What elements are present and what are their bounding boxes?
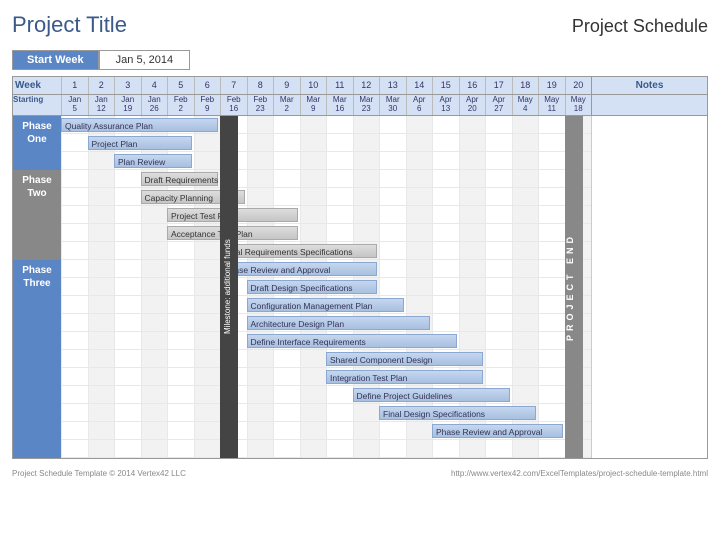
notes-column[interactable] xyxy=(591,116,707,458)
gantt-bar[interactable]: Integration Test Plan xyxy=(326,370,483,384)
week-date: Mar23 xyxy=(353,95,380,115)
week-num: 10 xyxy=(300,77,327,94)
col-week-label: Week xyxy=(13,77,61,94)
task-row: Phase Review and Approval xyxy=(61,422,591,440)
week-num: 6 xyxy=(194,77,221,94)
gantt-bar[interactable]: Configuration Management Plan xyxy=(247,298,404,312)
week-date: Mar2 xyxy=(273,95,300,115)
week-date: Jan5 xyxy=(61,95,88,115)
task-row: Acceptance Test Plan xyxy=(61,224,591,242)
week-date: Mar16 xyxy=(326,95,353,115)
gantt-bar[interactable]: Quality Assurance Plan xyxy=(61,118,218,132)
task-row: Final Requirements Specifications xyxy=(61,242,591,260)
week-num: 13 xyxy=(379,77,406,94)
week-date: May11 xyxy=(538,95,565,115)
week-date: May18 xyxy=(565,95,592,115)
task-row: Define Project Guidelines xyxy=(61,386,591,404)
task-row: Integration Test Plan xyxy=(61,368,591,386)
gantt-bar[interactable]: Architecture Design Plan xyxy=(247,316,431,330)
phase-label: Phase Two xyxy=(13,170,61,260)
milestone-bar: Milestone: additional funds xyxy=(220,116,238,458)
week-date: Feb23 xyxy=(247,95,274,115)
gantt-bar[interactable]: Final Requirements Specifications xyxy=(220,244,377,258)
gantt-bar[interactable]: Final Design Specifications xyxy=(379,406,536,420)
phase-label: Phase Three xyxy=(13,260,61,458)
week-date: Feb2 xyxy=(167,95,194,115)
week-num: 19 xyxy=(538,77,565,94)
gantt-bar[interactable]: Phase Review and Approval xyxy=(432,424,563,438)
week-num: 3 xyxy=(114,77,141,94)
task-row: Draft Requirements xyxy=(61,170,591,188)
schedule-grid: Week 1234567891011121314151617181920 Not… xyxy=(12,76,708,459)
task-row: Define Interface Requirements xyxy=(61,332,591,350)
week-num: 16 xyxy=(459,77,486,94)
week-date: Apr13 xyxy=(432,95,459,115)
page-subtitle: Project Schedule xyxy=(572,16,708,37)
week-num: 9 xyxy=(273,77,300,94)
task-row: Configuration Management Plan xyxy=(61,296,591,314)
week-date: Feb16 xyxy=(220,95,247,115)
footer-link[interactable]: http://www.vertex42.com/ExcelTemplates/p… xyxy=(451,469,708,478)
week-num: 7 xyxy=(220,77,247,94)
task-row: Plan Review xyxy=(61,152,591,170)
week-num: 2 xyxy=(88,77,115,94)
gantt-bar[interactable]: Define Project Guidelines xyxy=(353,388,510,402)
project-end-bar: PROJECT END xyxy=(565,116,583,458)
task-row: Project Plan xyxy=(61,134,591,152)
week-date: Jan12 xyxy=(88,95,115,115)
week-date: Apr27 xyxy=(485,95,512,115)
week-num: 11 xyxy=(326,77,353,94)
gantt-bar[interactable]: Define Interface Requirements xyxy=(247,334,457,348)
week-date: Jan26 xyxy=(141,95,168,115)
week-num: 4 xyxy=(141,77,168,94)
task-row: Quality Assurance Plan xyxy=(61,116,591,134)
week-date: Jan19 xyxy=(114,95,141,115)
week-num: 8 xyxy=(247,77,274,94)
week-num: 14 xyxy=(406,77,433,94)
gantt-bar[interactable]: Draft Design Specifications xyxy=(247,280,378,294)
task-row: Capacity Planning xyxy=(61,188,591,206)
week-date: Mar9 xyxy=(300,95,327,115)
gantt-bar[interactable]: Phase Review and Approval xyxy=(220,262,377,276)
week-date: May4 xyxy=(512,95,539,115)
task-row: Project Test Plan xyxy=(61,206,591,224)
week-date: Apr20 xyxy=(459,95,486,115)
task-row: Shared Component Design xyxy=(61,350,591,368)
week-date: Apr6 xyxy=(406,95,433,115)
week-num: 15 xyxy=(432,77,459,94)
gantt-bar[interactable]: Draft Requirements xyxy=(141,172,219,186)
page-title: Project Title xyxy=(12,12,127,38)
week-num: 1 xyxy=(61,77,88,94)
week-num: 12 xyxy=(353,77,380,94)
task-row: Draft Design Specifications xyxy=(61,278,591,296)
col-notes-label: Notes xyxy=(591,77,707,94)
week-num: 17 xyxy=(485,77,512,94)
footer-copyright: Project Schedule Template © 2014 Vertex4… xyxy=(12,469,186,478)
startweek-input[interactable]: Jan 5, 2014 xyxy=(99,50,191,70)
gantt-bar[interactable]: Shared Component Design xyxy=(326,352,483,366)
col-starting-label: Starting xyxy=(13,95,61,115)
gantt-bar[interactable]: Plan Review xyxy=(114,154,192,168)
week-num: 18 xyxy=(512,77,539,94)
week-date: Mar30 xyxy=(379,95,406,115)
phase-label: Phase One xyxy=(13,116,61,170)
week-num: 5 xyxy=(167,77,194,94)
task-row: Final Design Specifications xyxy=(61,404,591,422)
startweek-label: Start Week xyxy=(12,50,99,70)
week-num: 20 xyxy=(565,77,592,94)
task-row: Architecture Design Plan xyxy=(61,314,591,332)
week-date: Feb9 xyxy=(194,95,221,115)
task-row: Phase Review and Approval xyxy=(61,260,591,278)
gantt-bar[interactable]: Project Plan xyxy=(88,136,192,150)
